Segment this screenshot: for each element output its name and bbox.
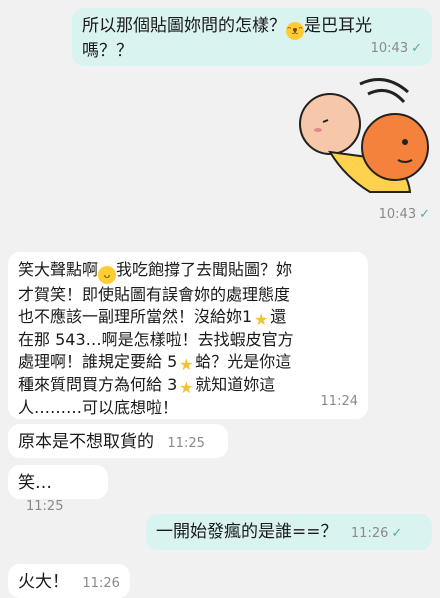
message-bubble-incoming[interactable]: 笑… 11:25 [8,465,108,514]
message-text: 笑大聲點啊 ᴗ 我吃飽撐了去聞貼圖？妳 才賀笑！即使貼圖有誤會妳的處理態度 也不應該… [18,260,294,417]
grinning-sweat-face-icon: ᵔᴥᵔ [286,22,304,40]
message-bubble-incoming[interactable]: 笑大聲點啊 ᴗ 我吃飽撐了去聞貼圖？妳 才賀笑！即使貼圖有誤會妳的處理態度 也不應該… [8,252,368,419]
message-meta: 10:43 ✓ [371,36,422,60]
message-time: 11:26 [350,526,389,541]
star-icon: ★ [179,355,194,374]
message-time: 11:25 [167,436,205,451]
cartoon-head-slap-sticker [299,78,429,193]
message-text: 笑… [18,473,52,493]
message-text: 一開始發瘋的是誰==？ [156,522,338,542]
message-bubble-incoming[interactable]: 原本是不想取貨的 11:25 [8,424,228,458]
checkmark-icon: ✓ [419,207,430,222]
message-time: 11:25 [26,499,64,514]
message-time: 10:43 [370,41,409,56]
sticker-message[interactable]: 10:43 ✓ [290,72,438,232]
message-time: 10:43 [378,207,417,222]
zany-face-icon: ᴗ [98,266,117,284]
message-meta: 10:43 ✓ [379,203,430,222]
star-icon: ★ [179,378,194,397]
message-bubble-outgoing[interactable]: 所以那個貼圖妳問的怎樣？ᵔᴥᵔ是巴耳光 嗎？？ 10:43 ✓ [72,8,432,66]
checkmark-icon: ✓ [391,526,403,541]
message-bubble-incoming[interactable]: 火大！ 11:26 [8,564,130,598]
chat-area: 所以那個貼圖妳問的怎樣？ᵔᴥᵔ是巴耳光 嗎？？ 10:43✓ 10:43✓ [0,0,440,598]
message-meta: 11:24 [321,389,358,413]
message-text: 原本是不想取貨的 [18,432,154,452]
star-icon: ★ [254,310,269,329]
message-time: 11:26 [82,576,120,591]
message-time: 11:24 [320,394,358,409]
message-text: 火大！ [18,572,69,592]
message-bubble-outgoing[interactable]: 一開始發瘋的是誰==？ 11:26 ✓ [146,514,432,550]
checkmark-icon: ✓ [411,41,422,56]
